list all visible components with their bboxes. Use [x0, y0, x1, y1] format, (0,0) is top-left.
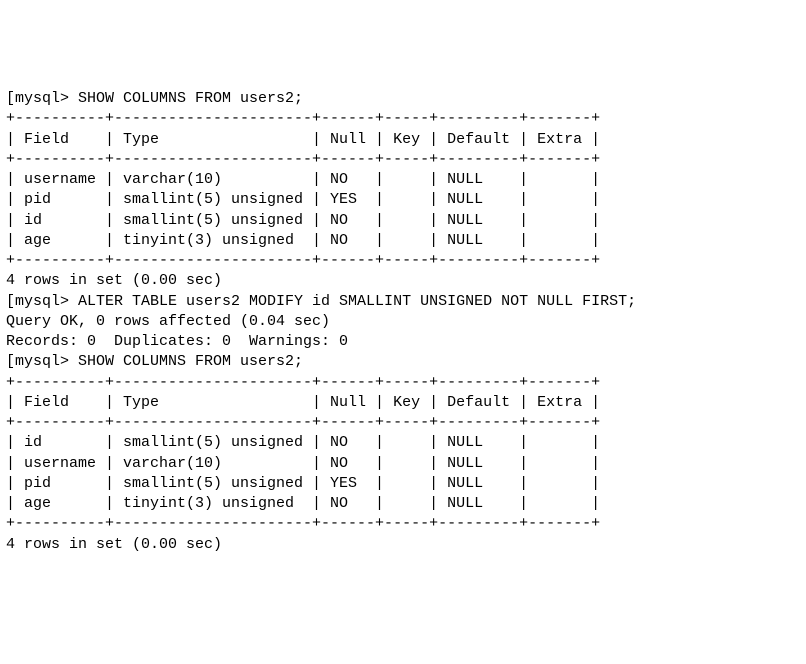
table2-border: +----------+----------------------+-----… [6, 413, 800, 433]
mysql-terminal[interactable]: [mysql> SHOW COLUMNS FROM users2;+------… [6, 89, 800, 555]
table2-row-2: | pid | smallint(5) unsigned | YES | | N… [6, 474, 800, 494]
table2-border: +----------+----------------------+-----… [6, 373, 800, 393]
alter-result-1: Query OK, 0 rows affected (0.04 sec) [6, 312, 800, 332]
table2-row-3: | age | tinyint(3) unsigned | NO | | NUL… [6, 494, 800, 514]
table1-border: +----------+----------------------+-----… [6, 251, 800, 271]
table2-border: +----------+----------------------+-----… [6, 514, 800, 534]
result2-footer: 4 rows in set (0.00 sec) [6, 535, 800, 555]
command-alter-table[interactable]: [mysql> ALTER TABLE users2 MODIFY id SMA… [6, 292, 800, 312]
table2-row-1: | username | varchar(10) | NO | | NULL |… [6, 454, 800, 474]
table1-row-3: | age | tinyint(3) unsigned | NO | | NUL… [6, 231, 800, 251]
result1-footer: 4 rows in set (0.00 sec) [6, 271, 800, 291]
command-show-columns-2[interactable]: [mysql> SHOW COLUMNS FROM users2; [6, 352, 800, 372]
table1-row-1: | pid | smallint(5) unsigned | YES | | N… [6, 190, 800, 210]
table1-row-2: | id | smallint(5) unsigned | NO | | NUL… [6, 211, 800, 231]
table1-row-0: | username | varchar(10) | NO | | NULL |… [6, 170, 800, 190]
alter-result-2: Records: 0 Duplicates: 0 Warnings: 0 [6, 332, 800, 352]
table1-border: +----------+----------------------+-----… [6, 109, 800, 129]
table1-header: | Field | Type | Null | Key | Default | … [6, 130, 800, 150]
table2-header: | Field | Type | Null | Key | Default | … [6, 393, 800, 413]
command-show-columns-1[interactable]: [mysql> SHOW COLUMNS FROM users2; [6, 89, 800, 109]
table2-row-0: | id | smallint(5) unsigned | NO | | NUL… [6, 433, 800, 453]
table1-border: +----------+----------------------+-----… [6, 150, 800, 170]
